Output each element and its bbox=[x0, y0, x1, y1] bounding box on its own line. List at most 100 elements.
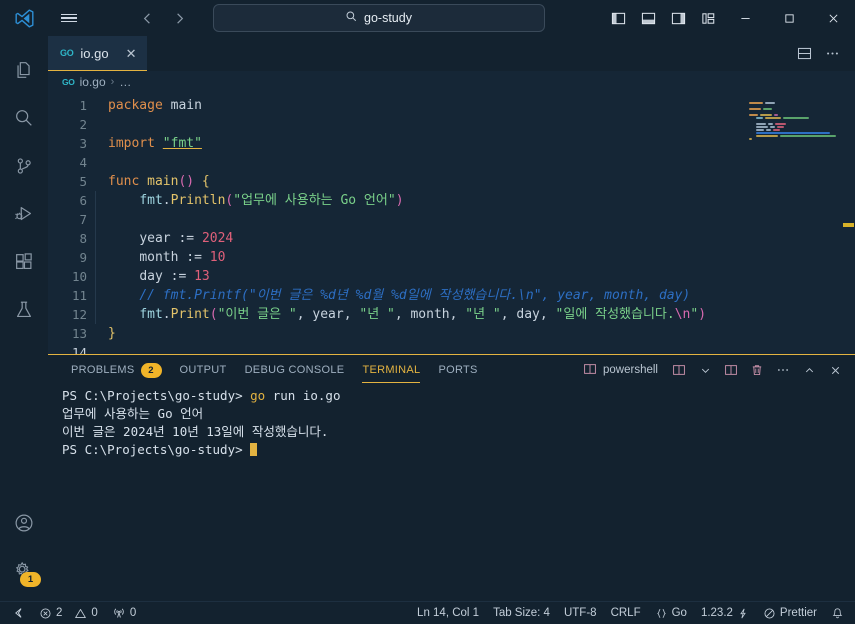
code-line-9: month := 10 bbox=[95, 248, 855, 267]
trash-icon[interactable] bbox=[745, 358, 769, 382]
prettier-label: Prettier bbox=[780, 607, 817, 619]
breadcrumb-file[interactable]: io.go bbox=[80, 75, 106, 89]
maximize-button[interactable] bbox=[767, 0, 811, 36]
toggle-secondary-sidebar[interactable] bbox=[663, 0, 693, 36]
problems-badge: 2 bbox=[141, 363, 162, 378]
ports-count: 0 bbox=[130, 607, 136, 619]
terminal-shell-selector[interactable]: powershell bbox=[576, 362, 665, 379]
token-function: main bbox=[139, 174, 178, 189]
overview-ruler[interactable] bbox=[841, 92, 855, 354]
line-number: 12 bbox=[48, 305, 87, 324]
status-bar-right: Ln 14, Col 1 Tab Size: 4 UTF-8 CRLF Go 1… bbox=[410, 602, 851, 624]
maximize-panel-icon[interactable] bbox=[797, 358, 821, 382]
sidebar-item-run-and-debug[interactable] bbox=[0, 190, 48, 238]
status-eol[interactable]: CRLF bbox=[604, 602, 648, 624]
activity-bar: 1 bbox=[0, 36, 48, 601]
panel-more-actions-icon[interactable] bbox=[771, 358, 795, 382]
minimize-button[interactable] bbox=[723, 0, 767, 36]
status-remote-host[interactable] bbox=[4, 602, 32, 624]
search-input[interactable]: go-study bbox=[213, 4, 545, 32]
tab-terminal[interactable]: TERMINAL bbox=[353, 355, 429, 385]
panel: PROBLEMS 2 OUTPUT DEBUG CONSOLE TERMINAL bbox=[48, 354, 855, 601]
sidebar-item-extensions[interactable] bbox=[0, 238, 48, 286]
panel-actions: powershell bbox=[576, 358, 847, 382]
toggle-panel[interactable] bbox=[633, 0, 663, 36]
split-editor-icon[interactable] bbox=[791, 36, 817, 71]
tab-io-go[interactable]: GO io.go ✕ bbox=[48, 36, 147, 71]
token-variable: month bbox=[410, 307, 449, 322]
terminal-line: 이번 글은 2024년 10년 13일에 작성했습니다. bbox=[62, 423, 855, 441]
tab-output-label: OUTPUT bbox=[180, 364, 227, 376]
token-variable: year bbox=[139, 231, 178, 246]
error-count: 2 bbox=[56, 607, 62, 619]
editor-more-actions-icon[interactable] bbox=[819, 36, 845, 71]
tab-output[interactable]: OUTPUT bbox=[171, 355, 236, 385]
code-content: 1 2 3 4 5 6 7 8 9 10 11 12 13 14 bbox=[48, 92, 855, 354]
arrow-right-icon[interactable] bbox=[169, 7, 191, 29]
toggle-primary-sidebar[interactable] bbox=[603, 0, 633, 36]
shell-label: powershell bbox=[603, 364, 658, 376]
sidebar-item-explorer[interactable] bbox=[0, 46, 48, 94]
minimap[interactable] bbox=[743, 92, 841, 354]
tab-ports[interactable]: PORTS bbox=[429, 355, 486, 385]
terminal-line: PS C:\Projects\go-study> go run io.go bbox=[62, 387, 855, 405]
accounts-button[interactable] bbox=[0, 499, 48, 547]
status-encoding[interactable]: UTF-8 bbox=[557, 602, 604, 624]
breadcrumb-more[interactable]: … bbox=[119, 75, 131, 89]
code-line-4 bbox=[95, 153, 855, 172]
line-number-gutter: 1 2 3 4 5 6 7 8 9 10 11 12 13 14 bbox=[48, 92, 96, 354]
split-terminal-button[interactable] bbox=[719, 358, 743, 382]
close-button[interactable] bbox=[811, 0, 855, 36]
token-brace: } bbox=[108, 326, 116, 341]
token-function: Print bbox=[171, 307, 210, 322]
line-number: 1 bbox=[48, 96, 87, 115]
customize-layout[interactable] bbox=[693, 0, 723, 36]
tab-problems-label: PROBLEMS bbox=[71, 364, 135, 376]
status-prettier[interactable]: Prettier bbox=[756, 602, 824, 624]
hamburger-menu-icon[interactable] bbox=[48, 0, 90, 36]
manage-settings-button[interactable]: 1 bbox=[0, 547, 48, 595]
chevron-down-icon[interactable] bbox=[693, 358, 717, 382]
token-number: 13 bbox=[194, 269, 210, 284]
tab-terminal-label: TERMINAL bbox=[362, 364, 420, 376]
code-lines: package main import "fmt" func main() { … bbox=[96, 92, 855, 354]
sidebar-item-testing[interactable] bbox=[0, 286, 48, 334]
status-language-mode[interactable]: Go bbox=[648, 602, 694, 624]
new-terminal-button[interactable] bbox=[667, 358, 691, 382]
line-number: 5 bbox=[48, 172, 87, 191]
title-bar-right bbox=[603, 0, 855, 36]
sidebar-item-source-control[interactable] bbox=[0, 142, 48, 190]
line-number: 2 bbox=[48, 115, 87, 134]
token-number: 10 bbox=[210, 250, 226, 265]
token-keyword: package bbox=[108, 98, 163, 113]
terminal-cursor bbox=[250, 443, 257, 456]
status-tab-size[interactable]: Tab Size: 4 bbox=[486, 602, 557, 624]
tab-close-icon[interactable]: ✕ bbox=[126, 47, 137, 60]
line-number: 10 bbox=[48, 267, 87, 286]
tab-debug-console[interactable]: DEBUG CONSOLE bbox=[236, 355, 354, 385]
panel-tabs: PROBLEMS 2 OUTPUT DEBUG CONSOLE TERMINAL bbox=[62, 355, 487, 385]
token-string: "년 " bbox=[359, 307, 394, 322]
status-notifications[interactable] bbox=[824, 602, 851, 624]
code-line-1: package main bbox=[95, 96, 855, 115]
go-version-label: 1.23.2 bbox=[701, 607, 733, 619]
status-cursor-position[interactable]: Ln 14, Col 1 bbox=[410, 602, 486, 624]
close-panel-icon[interactable] bbox=[823, 358, 847, 382]
terminal-line: PS C:\Projects\go-study> bbox=[62, 441, 855, 459]
token-string: "fmt" bbox=[163, 136, 202, 151]
activity-bar-top bbox=[0, 46, 48, 334]
sidebar-item-search[interactable] bbox=[0, 94, 48, 142]
terminal-output[interactable]: PS C:\Projects\go-study> go run io.go 업무… bbox=[48, 385, 855, 601]
status-problems[interactable]: 2 0 bbox=[32, 602, 105, 624]
status-ports[interactable]: 0 bbox=[105, 602, 143, 624]
arrow-left-icon[interactable] bbox=[137, 7, 159, 29]
tab-problems[interactable]: PROBLEMS 2 bbox=[62, 355, 171, 385]
remote-icon bbox=[11, 606, 25, 620]
token-variable: year bbox=[312, 307, 343, 322]
token-comment: // fmt.Printf("이번 글은 %d년 %d월 %d일에 작성했습니다… bbox=[139, 288, 690, 303]
token-package: fmt bbox=[139, 193, 162, 208]
radio-tower-icon bbox=[112, 606, 126, 620]
code-editor[interactable]: 1 2 3 4 5 6 7 8 9 10 11 12 13 14 bbox=[48, 92, 855, 354]
status-go-version[interactable]: 1.23.2 bbox=[694, 602, 756, 624]
code-line-6: fmt.Println("업무에 사용하는 Go 언어") bbox=[95, 191, 855, 210]
